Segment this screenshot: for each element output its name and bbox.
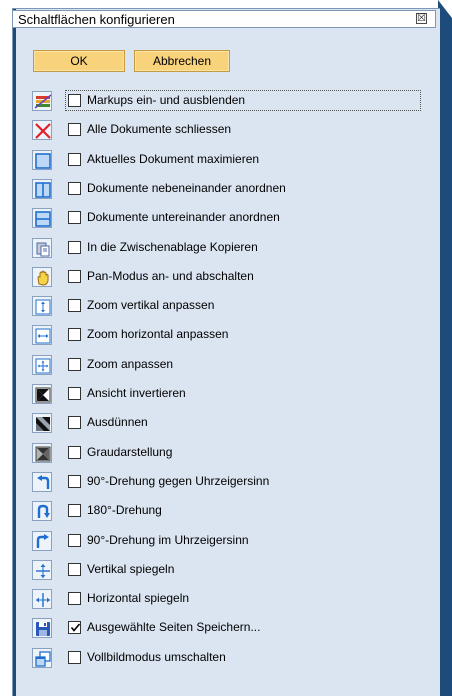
item-checkbox[interactable] [68, 651, 81, 664]
item-label: 90°-Drehung im Uhrzeigersinn [87, 533, 249, 547]
rotate-180-icon [32, 501, 52, 521]
copy-clipboard-icon [32, 238, 52, 258]
invert-view-icon [32, 384, 52, 404]
fullscreen-icon [32, 648, 52, 668]
list-item[interactable]: In die Zwischenablage Kopieren [32, 236, 392, 260]
item-checkbox[interactable] [68, 153, 81, 166]
item-checkbox[interactable] [68, 182, 81, 195]
maximize-icon [32, 150, 52, 170]
close-x-icon [32, 120, 52, 140]
flip-vertical-icon [32, 560, 52, 580]
list-item[interactable]: Ausdünnen [32, 411, 392, 435]
pan-hand-icon [32, 267, 52, 287]
item-checkbox[interactable] [68, 123, 81, 136]
item-checkbox[interactable] [68, 446, 81, 459]
item-label: Dokumente nebeneinander anordnen [87, 181, 286, 195]
item-checkbox[interactable] [68, 299, 81, 312]
list-item[interactable]: Vollbildmodus umschalten [32, 646, 392, 670]
list-item[interactable]: Dokumente nebeneinander anordnen [32, 177, 392, 201]
list-item[interactable]: Dokumente untereinander anordnen [32, 206, 392, 230]
item-checkbox[interactable] [68, 475, 81, 488]
list-item[interactable]: 180°-Drehung [32, 499, 392, 523]
zoom-horizontal-icon [32, 325, 52, 345]
item-checkbox[interactable] [68, 504, 81, 517]
dialog-left-edge [13, 9, 16, 696]
item-label: Ausgewählte Seiten Speichern... [87, 620, 261, 634]
window-edge-corner [438, 0, 452, 18]
focus-outline [65, 90, 421, 111]
list-item[interactable]: 90°-Drehung gegen Uhrzeigersinn [32, 470, 392, 494]
item-checkbox[interactable] [68, 270, 81, 283]
item-label: Dokumente untereinander anordnen [87, 210, 280, 224]
tile-vertical-icon [32, 179, 52, 199]
item-checkbox[interactable] [68, 534, 81, 547]
dialog-titlebar: Schaltflächen konfigurieren ☒ [12, 10, 436, 28]
item-label: Ansicht invertieren [87, 386, 186, 400]
tile-horizontal-icon [32, 208, 52, 228]
save-pages-icon [32, 618, 52, 638]
item-label: Vollbildmodus umschalten [87, 650, 226, 664]
cancel-button[interactable]: Abbrechen [134, 50, 230, 72]
list-item[interactable]: Zoom anpassen [32, 353, 392, 377]
item-checkbox[interactable] [68, 563, 81, 576]
item-checkbox[interactable] [68, 592, 81, 605]
list-item[interactable]: Markups ein- und ausblenden [32, 89, 421, 113]
item-label: Alle Dokumente schliessen [87, 122, 232, 136]
item-checkbox[interactable] [68, 211, 81, 224]
item-checkbox[interactable] [68, 621, 81, 634]
close-icon[interactable]: ☒ [416, 13, 427, 24]
ok-button[interactable]: OK [33, 50, 125, 72]
dialog-title: Schaltflächen konfigurieren [18, 12, 175, 27]
item-label: Vertikal spiegeln [87, 562, 175, 576]
item-checkbox[interactable] [68, 416, 81, 429]
item-label: Aktuelles Dokument maximieren [87, 152, 260, 166]
zoom-fit-icon [32, 355, 52, 375]
list-item[interactable]: Zoom vertikal anpassen [32, 294, 392, 318]
list-item[interactable]: Vertikal spiegeln [32, 558, 392, 582]
item-checkbox[interactable] [68, 387, 81, 400]
item-label: Graudarstellung [87, 445, 173, 459]
item-label: Zoom anpassen [87, 357, 174, 371]
window-edge [438, 0, 452, 696]
rotate-cw-icon [32, 531, 52, 551]
zoom-vertical-icon [32, 296, 52, 316]
list-item[interactable]: Pan-Modus an- und abschalten [32, 265, 392, 289]
item-label: Zoom horizontal anpassen [87, 327, 229, 341]
item-label: Pan-Modus an- und abschalten [87, 269, 254, 283]
item-checkbox[interactable] [68, 358, 81, 371]
layers-icon [32, 91, 52, 111]
item-label: Ausdünnen [87, 415, 148, 429]
list-item[interactable]: Horizontal spiegeln [32, 587, 392, 611]
item-label: In die Zwischenablage Kopieren [87, 240, 258, 254]
list-item[interactable]: Zoom horizontal anpassen [32, 323, 392, 347]
item-label: Horizontal spiegeln [87, 591, 190, 605]
list-item[interactable]: Ausgewählte Seiten Speichern... [32, 616, 392, 640]
list-item[interactable]: Graudarstellung [32, 441, 392, 465]
list-item[interactable]: Alle Dokumente schliessen [32, 118, 392, 142]
grayscale-icon [32, 443, 52, 463]
rotate-ccw-icon [32, 472, 52, 492]
item-label: 90°-Drehung gegen Uhrzeigersinn [87, 474, 270, 488]
item-label: 180°-Drehung [87, 503, 162, 517]
list-item[interactable]: Ansicht invertieren [32, 382, 392, 406]
list-item[interactable]: 90°-Drehung im Uhrzeigersinn [32, 529, 392, 553]
thin-out-icon [32, 413, 52, 433]
item-checkbox[interactable] [68, 241, 81, 254]
item-label: Zoom vertikal anpassen [87, 298, 215, 312]
list-item[interactable]: Aktuelles Dokument maximieren [32, 148, 392, 172]
item-checkbox[interactable] [68, 328, 81, 341]
flip-horizontal-icon [32, 589, 52, 609]
